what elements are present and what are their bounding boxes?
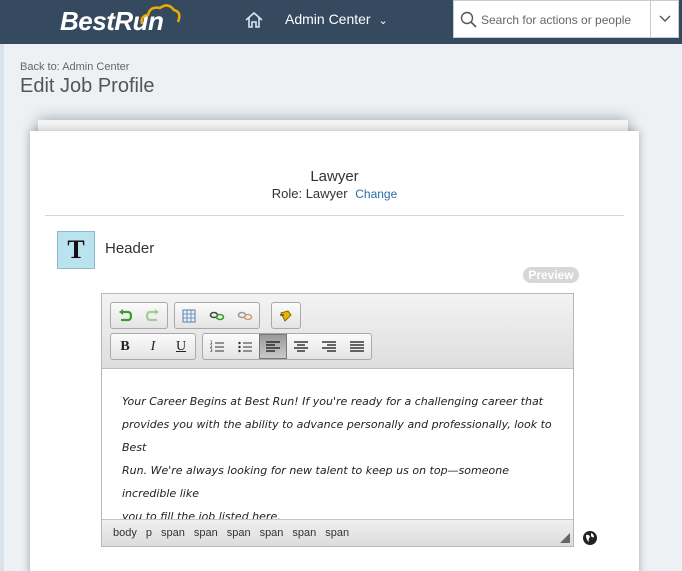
insert-group [174,302,260,329]
redo-icon [145,308,159,321]
align-left-icon [266,340,280,352]
align-justify-icon [350,340,364,352]
redo-button[interactable] [139,303,167,328]
editor-toolbar: B I U 123 [102,294,573,369]
chevron-down-icon: ⌄ [378,15,388,27]
text-style-group: B I U [110,333,196,360]
editor-content[interactable]: Your Career Begins at Best Run! If you'r… [122,390,552,528]
search-field[interactable]: Search for actions or people [453,0,679,38]
content-line: Your Career Begins at Best Run! If you'r… [122,395,543,408]
search-icon [460,11,477,28]
path-item[interactable]: span [325,527,349,539]
underline-button[interactable]: U [167,334,195,359]
search-scope-dropdown[interactable] [650,1,678,37]
content-line: provides you with the ability to advance… [122,418,552,454]
role-value: Lawyer [305,186,348,201]
svg-text:3: 3 [210,348,213,353]
resize-handle[interactable] [560,533,570,543]
bullet-list-button[interactable] [231,334,259,359]
path-item[interactable]: body [113,527,137,539]
ordered-list-icon: 123 [210,340,224,353]
path-item[interactable]: span [292,527,316,539]
underline-glyph: U [175,338,187,354]
role-prefix: Role: [271,186,303,201]
content-line: Run. We're always looking for new talent… [122,464,509,500]
align-right-button[interactable] [315,334,343,359]
globe-icon[interactable] [582,530,598,546]
clear-formatting-button[interactable] [272,303,300,328]
link-button[interactable] [203,303,231,328]
chevron-down-icon [659,15,670,22]
unlink-button[interactable] [231,303,259,328]
path-item[interactable]: span [161,527,185,539]
section-label: Header [105,240,155,257]
eraser-icon [280,309,292,322]
home-icon[interactable] [244,10,264,30]
bold-button[interactable]: B [111,334,139,359]
search-placeholder: Search for actions or people [481,13,632,27]
path-item[interactable]: p [146,527,152,539]
align-right-icon [322,340,336,352]
path-item[interactable]: span [227,527,251,539]
logo-cloud-icon [140,4,181,25]
path-item[interactable]: span [260,527,284,539]
italic-glyph: I [150,338,156,354]
back-link[interactable]: Back to: Admin Center [20,61,129,73]
shell-bar: BestRun Admin Center ⌄ Search for action… [0,0,682,44]
preview-button[interactable]: Preview [523,267,579,283]
unlink-icon [237,311,253,320]
role-line: Role: Lawyer Change [30,186,639,201]
link-icon [209,311,225,320]
path-item[interactable]: span [194,527,218,539]
bold-glyph: B [120,338,130,354]
undo-button[interactable] [111,303,139,328]
italic-button[interactable]: I [139,334,167,359]
undo-icon [119,308,133,321]
align-center-icon [294,340,308,352]
divider [45,215,624,216]
list-align-group: 123 [202,333,372,360]
table-icon [182,309,196,322]
bullet-list-icon [238,341,252,353]
undo-redo-group [110,302,168,329]
job-title: Lawyer [310,168,359,185]
clean-group [271,302,301,329]
change-role-link[interactable]: Change [355,187,397,201]
rich-text-editor: B I U 123 Your Career Begins at Best Run… [101,293,574,547]
page-title: Edit Job Profile [20,75,155,97]
element-path-bar: body p span span span span span span [102,519,573,546]
justify-button[interactable] [343,334,371,359]
ordered-list-button[interactable]: 123 [203,334,231,359]
admin-center-label: Admin Center [285,11,371,27]
text-section-icon: T [57,231,95,269]
job-profile-card: Lawyer Role: Lawyer Change T Header Prev… [30,131,639,571]
align-left-button[interactable] [259,334,287,359]
table-button[interactable] [175,303,203,328]
align-center-button[interactable] [287,334,315,359]
admin-center-menu[interactable]: Admin Center ⌄ [285,11,388,27]
